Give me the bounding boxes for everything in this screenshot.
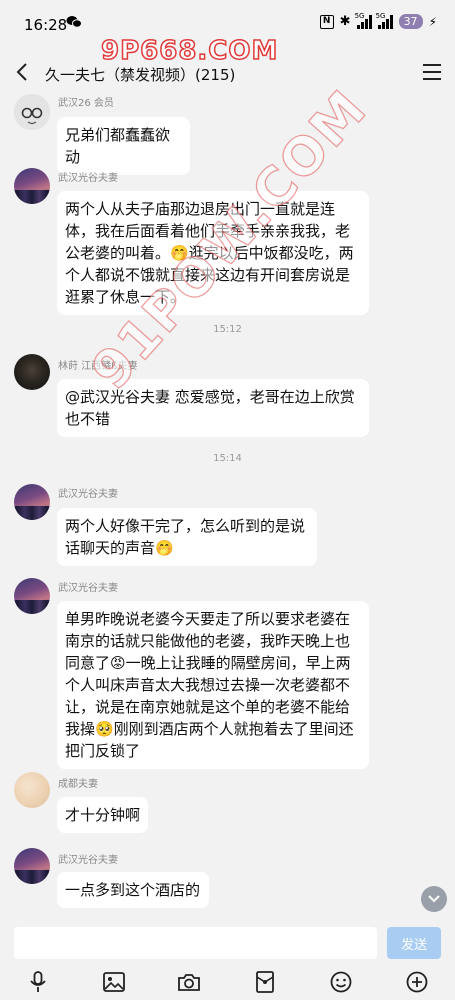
message-bubble[interactable]: 兄弟们都蠢蠢欲动 [57, 117, 190, 175]
avatar[interactable] [14, 848, 50, 884]
nfc-icon: N [319, 14, 334, 29]
menu-icon [423, 64, 441, 66]
more-button[interactable] [405, 970, 429, 994]
menu-button[interactable] [423, 64, 441, 80]
scroll-to-bottom-button[interactable] [421, 886, 447, 912]
time-divider: 15:14 [213, 453, 242, 464]
message-bubble[interactable]: 单男昨晚说老婆今天要走了所以要求老婆在南京的话就只能做他的老婆，我昨天晚上也同意… [57, 601, 369, 769]
sender-name: 成都夫妻 [58, 779, 98, 790]
chevron-left-icon [16, 63, 27, 81]
input-bar: 发送 [0, 920, 455, 964]
red-packet-button[interactable] [253, 970, 277, 994]
camera-icon [178, 974, 200, 991]
status-icons: N ✱ 5G 5G 37 ⚡ [319, 12, 437, 29]
message-input[interactable] [14, 927, 377, 959]
sender-name: 武汉光谷夫妻 [58, 583, 118, 594]
back-button[interactable] [12, 60, 32, 84]
chat-title: 久一夫七（禁发视频）(215) [45, 66, 236, 84]
sender-name: 林莳 江西赣ß夫妻 [58, 361, 138, 372]
time-divider: 15:12 [213, 324, 242, 335]
avatar[interactable] [14, 484, 50, 520]
microphone-button[interactable] [26, 970, 50, 994]
sender-name: 武汉光谷夫妻 [58, 173, 118, 184]
image-button[interactable] [102, 970, 126, 994]
avatar[interactable] [14, 354, 50, 390]
avatar[interactable] [14, 772, 50, 808]
sender-name: 武汉26 会员 [58, 98, 114, 109]
avatar[interactable] [14, 578, 50, 614]
charging-icon: ⚡ [428, 14, 437, 29]
message-bubble[interactable]: 才十分钟啊 [57, 797, 148, 833]
nav-bar: 久一夫七（禁发视频）(215) [0, 50, 455, 96]
send-button[interactable]: 发送 [387, 927, 441, 959]
emoji-button[interactable] [329, 970, 353, 994]
avatar[interactable] [14, 168, 50, 204]
message-bubble[interactable]: @武汉光谷夫妻 恋爱感觉，老哥在边上欣赏也不错 [57, 379, 369, 437]
signal-icon: 5G [355, 12, 372, 29]
chevron-down-icon [428, 895, 440, 903]
image-icon [103, 972, 125, 992]
emoji-icon [330, 971, 352, 993]
status-bar: 16:28 N ✱ 5G 5G 37 ⚡ [0, 0, 455, 48]
status-time: 16:28 [24, 16, 68, 34]
sender-name: 武汉光谷夫妻 [58, 855, 118, 866]
battery-level: 37 [398, 14, 423, 29]
bluetooth-icon: ✱ [339, 14, 351, 29]
signal-icon-2: 5G [376, 12, 393, 29]
bottom-toolbar [0, 964, 455, 1000]
microphone-icon [30, 971, 46, 992]
sender-name: 武汉光谷夫妻 [58, 489, 118, 500]
camera-button[interactable] [177, 970, 201, 994]
message-bubble[interactable]: 两个人好像干完了，怎么听到的是说话聊天的声音🤭 [57, 508, 317, 566]
wechat-icon [66, 16, 82, 28]
plus-icon [406, 971, 428, 993]
red-packet-icon [256, 971, 274, 993]
message-bubble[interactable]: 一点多到这个酒店的 [57, 872, 209, 908]
avatar[interactable] [14, 94, 50, 130]
message-bubble[interactable]: 两个人从夫子庙那边退房出门一直就是连体，我在后面看着他们手牵手亲亲我我，老公老婆… [57, 191, 369, 315]
